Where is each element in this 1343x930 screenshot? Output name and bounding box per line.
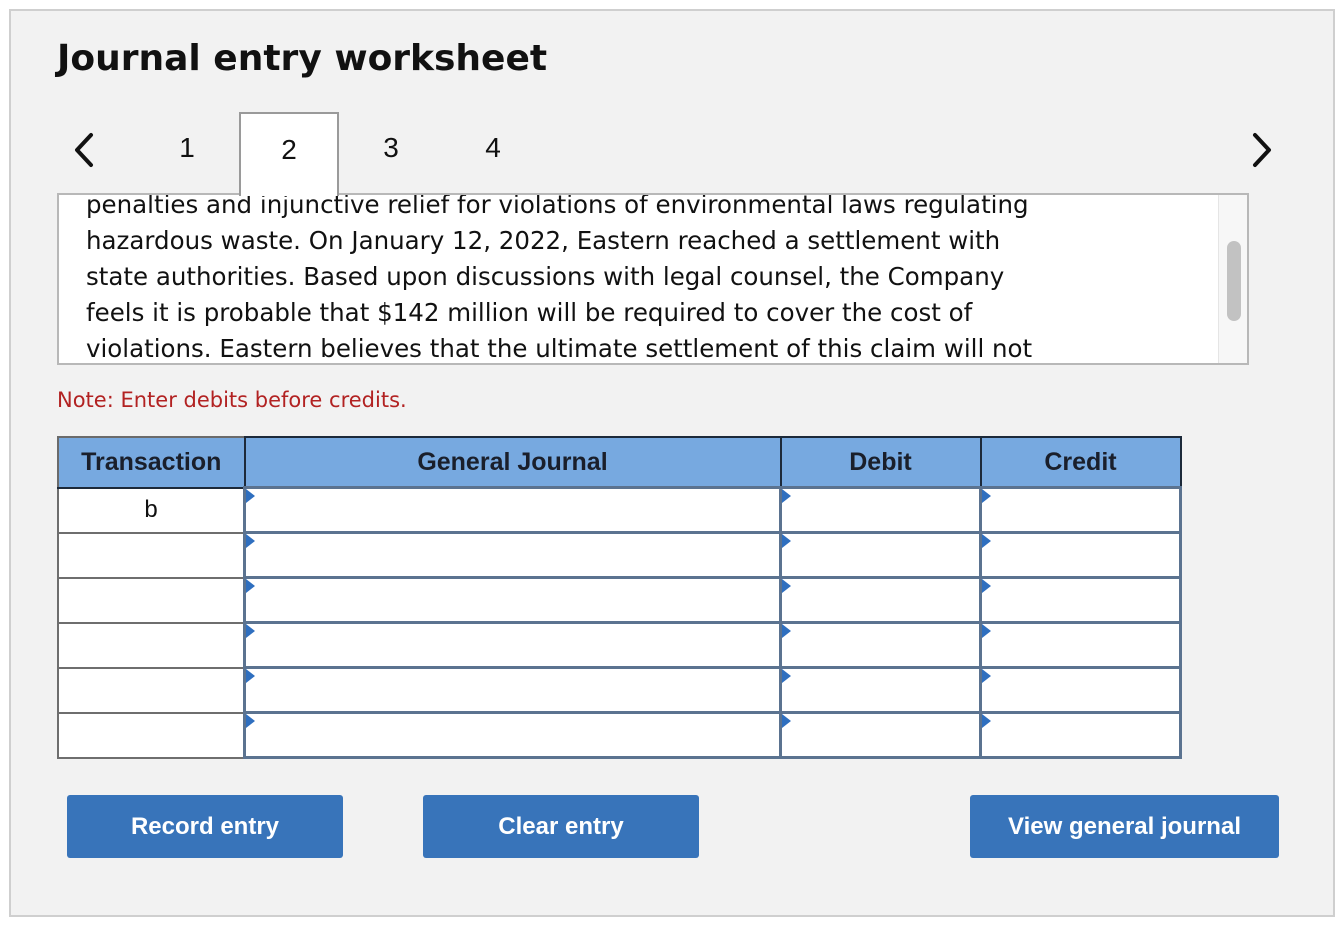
journal-row [57,621,1182,669]
account-input[interactable] [246,669,779,711]
debit-input[interactable] [782,714,979,756]
problem-text-box: penalties and injunctive relief for viol… [57,193,1249,365]
tab-2[interactable]: 2 [239,112,339,196]
account-input-cell [243,621,782,669]
cell-marker-icon [782,669,791,683]
scrollbar[interactable] [1218,195,1247,363]
cell-marker-icon [782,714,791,728]
cell-marker-icon [782,534,791,548]
problem-text-line: state authorities. Based upon discussion… [86,262,1005,291]
transaction-cell [57,711,246,759]
account-input[interactable] [246,489,779,531]
page-title: Journal entry worksheet [57,38,548,79]
cell-marker-icon [982,624,991,638]
scrollbar-thumb[interactable] [1227,241,1241,321]
debit-input[interactable] [782,579,979,621]
journal-row [57,576,1182,624]
cell-marker-icon [982,579,991,593]
credit-input-cell [979,576,1182,624]
record-entry-button[interactable]: Record entry [67,795,343,858]
credit-input-cell [979,711,1182,759]
credit-input[interactable] [982,669,1179,711]
account-input-cell [243,711,782,759]
debit-input[interactable] [782,534,979,576]
cell-marker-icon [982,534,991,548]
problem-text-line: penalties and injunctive relief for viol… [86,193,1029,219]
view-general-journal-button[interactable]: View general journal [970,795,1279,858]
problem-text-line: hazardous waste. On January 12, 2022, Ea… [86,226,1001,255]
transaction-cell [57,666,246,714]
transaction-cell [57,576,246,624]
journal-table: Transaction General Journal Debit Credit… [57,436,1182,759]
credit-input[interactable] [982,624,1179,666]
cell-marker-icon [246,624,255,638]
cell-marker-icon [982,669,991,683]
transaction-cell [57,531,246,579]
debit-input[interactable] [782,669,979,711]
account-input[interactable] [246,579,779,621]
credit-input[interactable] [982,534,1179,576]
cell-marker-icon [782,489,791,503]
credit-input-cell [979,621,1182,669]
tab-3[interactable]: 3 [341,112,441,194]
tab-1[interactable]: 1 [137,112,237,194]
problem-text-line: feels it is probable that $142 million w… [86,298,973,327]
debit-input[interactable] [782,624,979,666]
debit-input-cell [779,486,982,534]
column-header-credit: Credit [979,436,1182,489]
next-button[interactable] [1247,128,1277,172]
account-input-cell [243,486,782,534]
cell-marker-icon [246,489,255,503]
transaction-cell [57,621,246,669]
previous-button[interactable] [69,128,99,172]
credit-input-cell [979,666,1182,714]
cell-marker-icon [982,489,991,503]
credit-input[interactable] [982,489,1179,531]
account-input[interactable] [246,714,779,756]
journal-row [57,531,1182,579]
account-input[interactable] [246,624,779,666]
cell-marker-icon [982,714,991,728]
cell-marker-icon [246,534,255,548]
journal-header-row: Transaction General Journal Debit Credit [57,436,1182,489]
debit-input[interactable] [782,489,979,531]
cell-marker-icon [246,669,255,683]
debit-input-cell [779,666,982,714]
account-input[interactable] [246,534,779,576]
transaction-cell: b [57,486,246,534]
column-header-general-journal: General Journal [243,436,782,489]
account-input-cell [243,666,782,714]
tab-4[interactable]: 4 [443,112,543,194]
journal-row: b [57,486,1182,534]
debit-input-cell [779,531,982,579]
problem-text-line: violations. Eastern believes that the ul… [86,334,1033,363]
debit-input-cell [779,621,982,669]
cell-marker-icon [782,624,791,638]
problem-text: penalties and injunctive relief for viol… [86,193,1196,363]
debit-input-cell [779,576,982,624]
chevron-left-icon [73,132,95,168]
credit-input[interactable] [982,714,1179,756]
journal-row [57,666,1182,714]
credit-input-cell [979,531,1182,579]
cell-marker-icon [782,579,791,593]
journal-row [57,711,1182,759]
clear-entry-button[interactable]: Clear entry [423,795,699,858]
cell-marker-icon [246,579,255,593]
cell-marker-icon [246,714,255,728]
account-input-cell [243,531,782,579]
column-header-transaction: Transaction [57,436,246,489]
chevron-right-icon [1251,132,1273,168]
account-input-cell [243,576,782,624]
credit-input[interactable] [982,579,1179,621]
column-header-debit: Debit [779,436,982,489]
debit-input-cell [779,711,982,759]
credit-input-cell [979,486,1182,534]
debits-note: Note: Enter debits before credits. [57,388,407,412]
